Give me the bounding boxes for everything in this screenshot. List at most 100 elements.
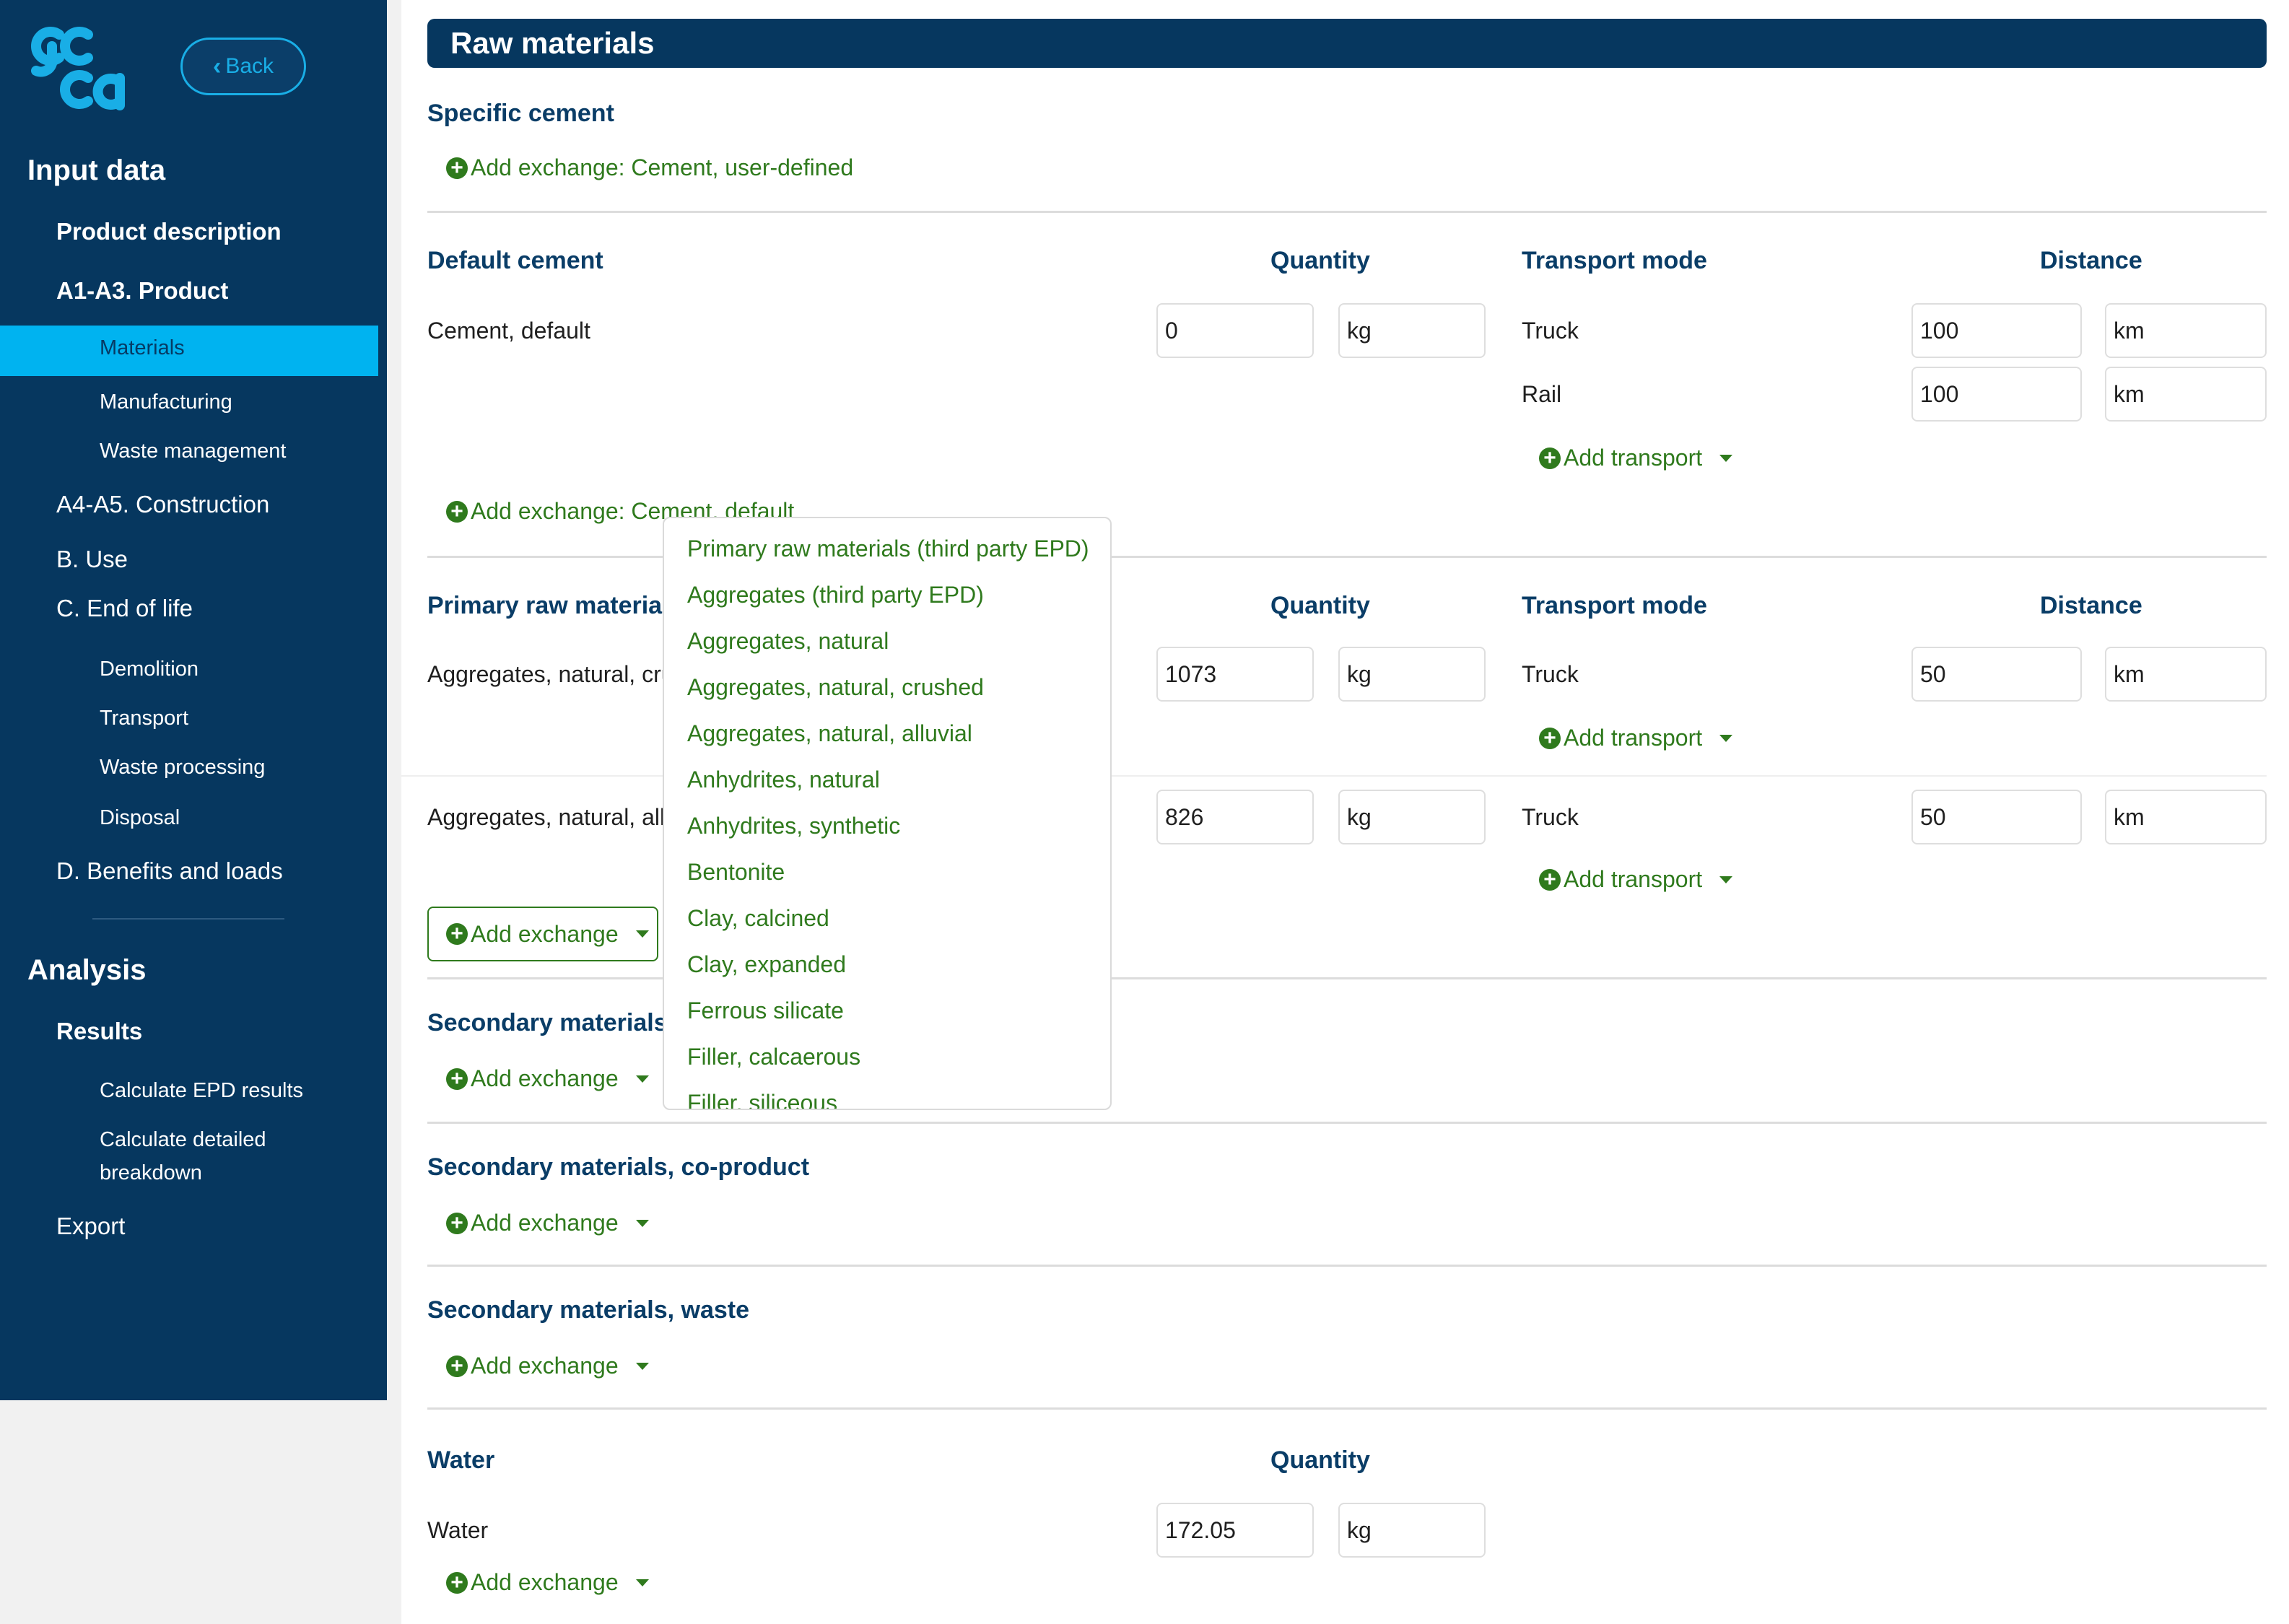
column-header-quantity: Quantity [1270, 592, 1370, 619]
sidebar-item-demolition[interactable]: Demolition [100, 652, 199, 686]
row-label-aggregates-alluvial: Aggregates, natural, all [427, 804, 666, 830]
sidebar-item-d-benefits-and-loads[interactable]: D. Benefits and loads [56, 857, 283, 885]
section-title-default-cement: Default cement [427, 247, 603, 274]
unit-select[interactable]: kg [1338, 647, 1486, 702]
transport-mode-truck: Truck [1522, 318, 1579, 344]
row-label-aggregates-crushed: Aggregates, natural, cru [427, 661, 674, 687]
distance-unit-select[interactable]: km [2105, 647, 2267, 702]
unit-select[interactable]: kg [1338, 790, 1486, 844]
section-title-secondary-co-product: Secondary materials, co-product [427, 1153, 810, 1181]
add-exchange-cement-user-defined[interactable]: + Add exchange: Cement, user-defined [446, 154, 853, 181]
distance-input[interactable]: 50 [1911, 647, 2082, 702]
divider [427, 1265, 2267, 1267]
distance-unit-select[interactable]: km [2105, 303, 2267, 358]
dropdown-item[interactable]: Aggregates, natural [664, 618, 1110, 664]
section-title-specific-cement: Specific cement [427, 100, 614, 127]
sidebar-item-waste-management[interactable]: Waste management [100, 435, 286, 468]
sidebar-item-product-description[interactable]: Product description [56, 218, 282, 245]
transport-mode-rail: Rail [1522, 381, 1562, 407]
add-exchange-dropdown[interactable]: + Add exchange [446, 1210, 649, 1236]
sidebar-item-waste-processing[interactable]: Waste processing [100, 751, 265, 784]
add-exchange-dropdown-menu: Primary raw materials (third party EPD) … [663, 517, 1112, 1110]
dropdown-item[interactable]: Filler, siliceous [664, 1080, 1110, 1109]
dropdown-item[interactable]: Bentonite [664, 849, 1110, 895]
caret-down-icon [635, 1219, 649, 1227]
add-transport-dropdown[interactable]: + Add transport [1539, 445, 1733, 471]
sidebar-item-materials[interactable]: Materials [0, 326, 378, 376]
caret-down-icon [635, 930, 649, 938]
section-title-water: Water [427, 1446, 495, 1474]
distance-input[interactable]: 50 [1911, 790, 2082, 844]
sidebar-item-calculate-detailed-breakdown[interactable]: Calculate detailed breakdown [100, 1123, 266, 1189]
dropdown-item[interactable]: Anhydrites, natural [664, 756, 1110, 803]
quantity-input[interactable]: 0 [1156, 303, 1314, 358]
divider [427, 211, 2267, 213]
add-exchange-label: Add exchange [471, 920, 619, 947]
quantity-input[interactable]: 1073 [1156, 647, 1314, 702]
plus-circle-icon: + [1539, 727, 1561, 749]
dropdown-item[interactable]: Aggregates, natural, alluvial [664, 710, 1110, 756]
column-header-quantity: Quantity [1270, 1446, 1370, 1474]
column-header-distance: Distance [2040, 247, 2142, 274]
plus-circle-icon: + [1539, 447, 1561, 469]
sidebar-item-calculate-epd-results[interactable]: Calculate EPD results [100, 1074, 303, 1107]
section-title-secondary-waste: Secondary materials, waste [427, 1296, 750, 1324]
sidebar-item-calculate-detailed-line1: Calculate detailed [100, 1128, 266, 1151]
sidebar-item-transport[interactable]: Transport [100, 702, 188, 735]
divider [427, 1407, 2267, 1410]
back-button-label: Back [225, 54, 274, 78]
plus-circle-icon: + [446, 1571, 468, 1594]
sidebar-item-disposal[interactable]: Disposal [100, 801, 180, 834]
plus-circle-icon: + [446, 157, 468, 179]
sidebar-item-a1-a3-product[interactable]: A1-A3. Product [56, 277, 228, 305]
dropdown-item[interactable]: Clay, expanded [664, 941, 1110, 987]
plus-circle-icon: + [446, 500, 468, 523]
sidebar-item-b-use[interactable]: B. Use [56, 546, 128, 573]
dropdown-item[interactable]: Aggregates, natural, crushed [664, 664, 1110, 710]
sidebar-item-c-end-of-life[interactable]: C. End of life [56, 595, 193, 622]
add-exchange-label: Add exchange [471, 1569, 619, 1595]
plus-circle-icon: + [446, 1068, 468, 1090]
quantity-input[interactable]: 826 [1156, 790, 1314, 844]
distance-input[interactable]: 100 [1911, 303, 2082, 358]
plus-circle-icon: + [446, 1212, 468, 1234]
sidebar-footer-space [0, 1400, 401, 1624]
sidebar-item-export[interactable]: Export [56, 1213, 125, 1240]
unit-select[interactable]: kg [1338, 1503, 1486, 1558]
plus-circle-icon: + [446, 923, 468, 945]
section-title-secondary-materials: Secondary materials, [427, 1009, 675, 1036]
dropdown-item[interactable]: Clay, calcined [664, 895, 1110, 941]
plus-circle-icon: + [1539, 868, 1561, 891]
caret-down-icon [635, 1362, 649, 1370]
distance-unit-select[interactable]: km [2105, 790, 2267, 844]
add-transport-dropdown[interactable]: + Add transport [1539, 866, 1733, 893]
add-exchange-label: Add exchange [471, 1353, 619, 1379]
add-transport-dropdown[interactable]: + Add transport [1539, 725, 1733, 751]
sidebar-item-manufacturing[interactable]: Manufacturing [100, 385, 232, 419]
dropdown-item[interactable]: Primary raw materials (third party EPD) [664, 525, 1110, 572]
quantity-input[interactable]: 172.05 [1156, 1503, 1314, 1558]
distance-input[interactable]: 100 [1911, 367, 2082, 422]
add-transport-label: Add transport [1564, 725, 1703, 751]
dropdown-item[interactable]: Anhydrites, synthetic [664, 803, 1110, 849]
dropdown-item[interactable]: Filler, calcaerous [664, 1034, 1110, 1080]
sidebar-heading-analysis: Analysis [27, 954, 147, 986]
unit-select[interactable]: kg [1338, 303, 1486, 358]
distance-unit-select[interactable]: km [2105, 367, 2267, 422]
sidebar-heading-input-data: Input data [27, 154, 166, 186]
add-exchange-dropdown[interactable]: + Add exchange [446, 1065, 649, 1092]
sidebar-item-results[interactable]: Results [56, 1018, 142, 1045]
content-gutter [387, 0, 401, 1624]
sidebar-item-calculate-detailed-line2: breakdown [100, 1161, 202, 1184]
sidebar-item-a4-a5-construction[interactable]: A4-A5. Construction [56, 491, 269, 518]
add-exchange-label: Add exchange [471, 1065, 619, 1091]
dropdown-item[interactable]: Ferrous silicate [664, 987, 1110, 1034]
column-header-distance: Distance [2040, 592, 2142, 619]
dropdown-item[interactable]: Aggregates (third party EPD) [664, 572, 1110, 618]
add-exchange-dropdown[interactable]: + Add exchange [446, 1569, 649, 1596]
back-button[interactable]: ‹ Back [180, 38, 306, 95]
add-exchange-dropdown-button[interactable]: + Add exchange [427, 907, 658, 961]
transport-mode-truck: Truck [1522, 804, 1579, 830]
add-transport-label: Add transport [1564, 866, 1703, 892]
add-exchange-dropdown[interactable]: + Add exchange [446, 1353, 649, 1379]
